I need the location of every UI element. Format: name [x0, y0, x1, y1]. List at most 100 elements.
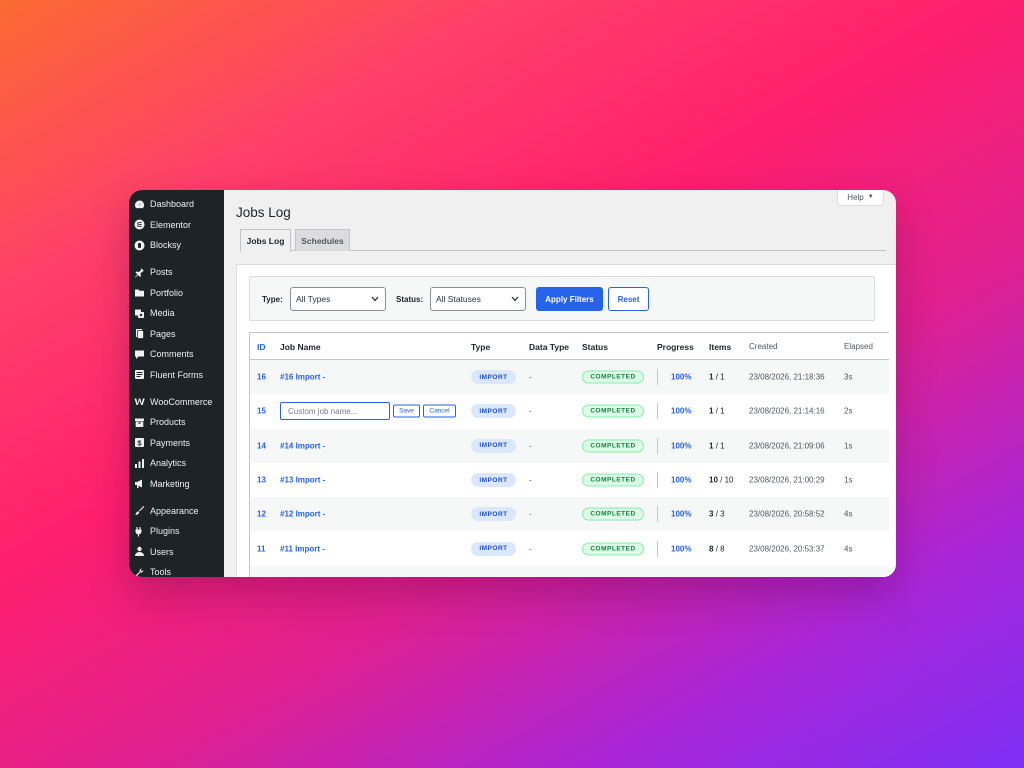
type-badge: IMPORT [471, 438, 516, 453]
sidebar-item-marketing[interactable]: Marketing [129, 474, 224, 495]
status-select[interactable]: All Statuses [430, 287, 526, 311]
job-name-link[interactable]: #12 Import - [280, 510, 325, 519]
sidebar-item-comments[interactable]: Comments [129, 344, 224, 365]
progress-divider [657, 437, 658, 454]
sidebar-item-woocommerce[interactable]: WooCommerce [129, 392, 224, 413]
col-created: Created [749, 342, 778, 351]
pages-icon [134, 328, 145, 340]
job-id-link[interactable]: 12 [257, 510, 266, 519]
cancel-name-button[interactable]: Cancel [423, 404, 456, 418]
sidebar-item-label: Products [150, 417, 186, 428]
chevron-down-icon [371, 296, 379, 302]
progress-divider [657, 369, 658, 385]
job-name-link[interactable]: #11 Import - [280, 544, 325, 553]
sidebar-item-label: Tools [150, 567, 172, 577]
data-type-value: - [529, 509, 532, 519]
job-name-link[interactable]: #16 Import - [280, 373, 325, 382]
progress-value: 100% [671, 475, 692, 485]
sidebar-item-label: Plugins [150, 526, 180, 537]
filter-bar: Type: All Types Status: All Statuses App… [249, 276, 875, 321]
type-select-value: All Types [296, 294, 331, 304]
type-filter-label: Type: [262, 295, 283, 304]
sidebar-item-dashboard[interactable]: Dashboard [129, 194, 224, 215]
sidebar-item-analytics[interactable]: Analytics [129, 453, 224, 474]
sidebar-item-portfolio[interactable]: Portfolio [129, 283, 224, 304]
created-timestamp: 23/08/2026, 21:00:29 [749, 475, 825, 485]
job-name-link[interactable]: #14 Import - [280, 441, 325, 450]
sidebar-item-media[interactable]: Media [129, 303, 224, 324]
dollar-icon: $ [134, 437, 145, 448]
sidebar-item-fluent-forms[interactable]: Fluent Forms [129, 365, 224, 386]
job-id-link[interactable]: 16 [257, 373, 266, 382]
sidebar-item-label: Dashboard [150, 199, 195, 210]
sidebar-item-label: Marketing [150, 478, 190, 489]
status-badge: COMPLETED [582, 439, 644, 453]
type-badge: IMPORT [471, 370, 516, 385]
job-id-link[interactable]: 11 [257, 544, 265, 553]
elapsed-time: 2s [844, 406, 853, 416]
col-job-name: Job Name [280, 342, 321, 352]
chevron-down-icon [511, 296, 519, 302]
table-row: 13 #13 Import - IMPORT - COMPLETED 100% 10 / 1… [250, 463, 889, 497]
tab-schedules[interactable]: Schedules [295, 229, 350, 251]
reset-button[interactable]: Reset [608, 287, 649, 311]
sidebar-item-label: Payments [150, 437, 191, 448]
job-id-link[interactable]: 15 [257, 407, 266, 416]
sidebar-item-plugins[interactable]: Plugins [129, 521, 224, 542]
sidebar-item-label: Portfolio [150, 287, 184, 298]
progress-divider [657, 471, 658, 488]
tab-jobs-log[interactable]: Jobs Log [240, 229, 291, 252]
items-done: 1 [709, 406, 714, 416]
wrench-icon [134, 567, 145, 577]
sidebar-item-label: Pages [150, 328, 176, 339]
sidebar-item-elementor[interactable]: Elementor [129, 215, 224, 236]
type-badge: IMPORT [471, 404, 516, 419]
app-window: Dashboard Elementor Blocksy Posts Portfolio M… [129, 190, 896, 577]
data-type-value: - [529, 406, 532, 416]
job-name-input[interactable]: Custom job name... [280, 402, 390, 421]
sidebar-item-posts[interactable]: Posts [129, 262, 224, 283]
progress-value: 100% [671, 509, 692, 519]
sidebar-item-pages[interactable]: Pages [129, 324, 224, 345]
status-badge: COMPLETED [582, 370, 644, 384]
pin-icon [134, 267, 145, 278]
woo-icon [134, 396, 145, 407]
col-elapsed: Elapsed [844, 342, 873, 351]
status-select-value: All Statuses [436, 294, 481, 304]
sidebar-item-products[interactable]: Products [129, 412, 224, 433]
help-button[interactable]: Help ▼ [837, 190, 884, 206]
col-items: Items [709, 342, 732, 352]
items-done: 10 [709, 475, 718, 485]
items-count: 1 / 1 [709, 441, 725, 450]
sidebar-item-label: Media [150, 308, 175, 319]
type-select[interactable]: All Types [290, 287, 386, 311]
job-id-link[interactable]: 13 [257, 476, 266, 485]
col-data-type: Data Type [529, 342, 569, 352]
sidebar-item-users[interactable]: Users [129, 542, 224, 563]
apply-filters-button[interactable]: Apply Filters [536, 287, 603, 311]
table-row: 16 #16 Import - IMPORT - COMPLETED 100% 1 / 1 2… [250, 360, 889, 395]
megaphone-icon [134, 478, 145, 489]
sidebar-item-appearance[interactable]: Appearance [129, 501, 224, 522]
folder-icon [134, 287, 145, 298]
progress-value: 100% [671, 372, 692, 382]
job-name-link[interactable]: #13 Import - [280, 476, 325, 485]
col-type: Type [471, 342, 491, 352]
items-total: / 1 [715, 406, 725, 416]
col-id[interactable]: ID [257, 342, 266, 352]
help-label: Help [847, 192, 864, 202]
save-name-button[interactable]: Save [393, 404, 420, 418]
items-done: 1 [709, 372, 714, 382]
elapsed-time: 3s [844, 372, 853, 382]
items-count: 1 / 1 [709, 407, 725, 416]
brush-icon [134, 505, 145, 516]
plug-icon [134, 526, 145, 537]
sidebar-item-payments[interactable]: $ Payments [129, 433, 224, 454]
sidebar-item-label: Elementor [150, 219, 192, 230]
items-done: 3 [709, 509, 714, 519]
job-id-link[interactable]: 14 [257, 441, 266, 450]
items-done: 8 [709, 544, 714, 554]
sidebar-item-tools[interactable]: Tools [129, 562, 224, 577]
sidebar-item-blocksy[interactable]: Blocksy [129, 235, 224, 256]
sidebar-item-label: Users [150, 546, 174, 557]
